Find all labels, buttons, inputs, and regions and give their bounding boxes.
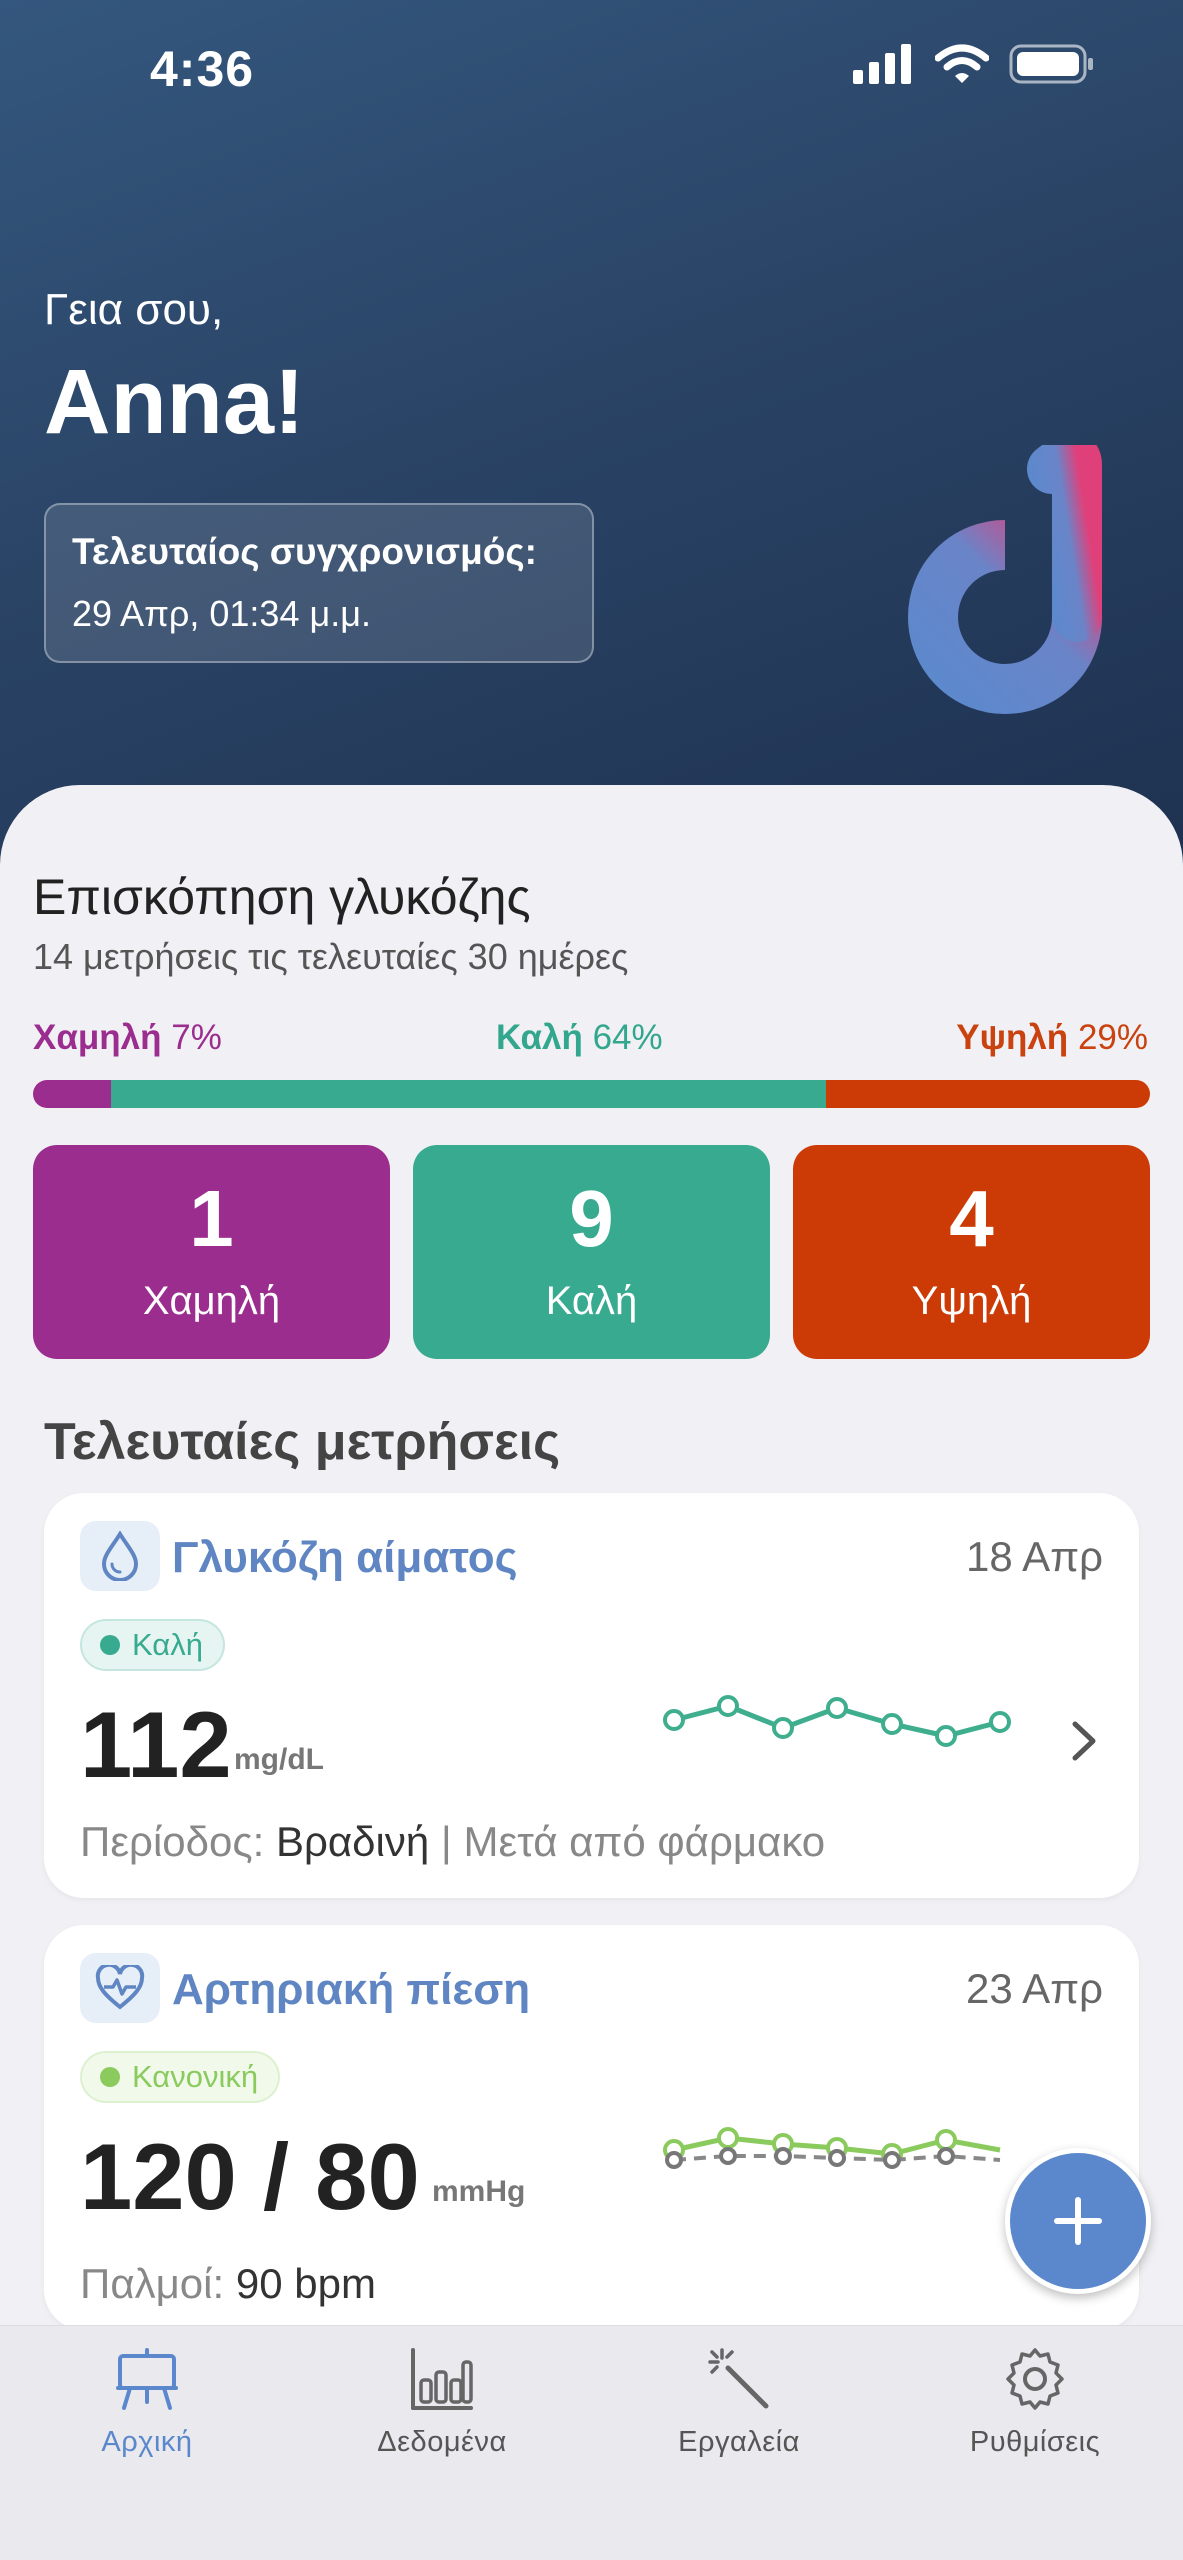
status-time: 4:36	[150, 41, 255, 97]
status-text: Κανονική	[132, 2059, 259, 2094]
wifi-icon	[935, 44, 989, 83]
tile-good[interactable]: 9 Καλή	[413, 1145, 770, 1359]
overview-title: Επισκόπηση γλυκόζης	[33, 869, 531, 925]
card-icon-wrap	[80, 1521, 160, 1591]
range-high-name: Υψηλή	[956, 1018, 1069, 1057]
greeting-text: Γεια σου,	[44, 285, 224, 334]
chevron-right-icon[interactable]	[1069, 1718, 1099, 1764]
card-date: 23 Απρ	[966, 1965, 1103, 2012]
tile-high[interactable]: 4 Υψηλή	[793, 1145, 1150, 1359]
add-reading-button[interactable]	[1005, 2148, 1151, 2294]
status-dot	[100, 2067, 120, 2087]
status-badge: Κανονική	[80, 2051, 281, 2103]
status-bar: 4:36	[0, 0, 1183, 140]
tab-bar: Αρχική Δεδομένα Εργαλεία Ρυθμίσεις	[0, 2325, 1183, 2560]
tab-tools[interactable]: Εργαλεία	[619, 2346, 859, 2459]
reading-value: 112	[80, 1692, 232, 1797]
tile-low-label: Χαμηλή	[142, 1279, 281, 1323]
glucose-card[interactable]: Γλυκόζη αίματος 18 Απρ Καλή 112 mg/dL Πε…	[44, 1493, 1139, 1898]
glucose-range-bar	[33, 1080, 1150, 1108]
tile-high-label: Υψηλή	[911, 1279, 1032, 1323]
battery-icon	[1009, 44, 1093, 84]
glucose-sparkline	[663, 1695, 1011, 1747]
heart-pulse-icon	[95, 1965, 145, 2010]
range-bar-good	[111, 1080, 827, 1108]
range-label-good: Καλή 64%	[496, 1018, 663, 1058]
recent-title: Τελευταίες μετρήσεις	[44, 1413, 561, 1471]
range-low-percent: 7%	[171, 1018, 222, 1057]
meta-value: Βραδινή	[275, 1818, 430, 1865]
status-icons	[853, 44, 1095, 84]
range-label-high: Υψηλή 29%	[956, 1018, 1148, 1058]
drop-icon	[101, 1531, 139, 1581]
reading-unit: mg/dL	[234, 1743, 324, 1776]
plus-icon	[1054, 2197, 1102, 2245]
meta-extra: | Μετά από φάρμακο	[440, 1818, 826, 1865]
range-good-name: Καλή	[496, 1018, 583, 1057]
card-icon-wrap	[80, 1953, 160, 2023]
range-label-low: Χαμηλή 7%	[33, 1018, 222, 1058]
blood-pressure-card[interactable]: Αρτηριακή πίεση 23 Απρ Κανονική 120 / 80…	[44, 1925, 1139, 2330]
status-badge: Καλή	[80, 1619, 225, 1671]
overview-subtitle: 14 μετρήσεις τις τελευταίες 30 ημέρες	[33, 936, 629, 977]
easel-icon	[116, 2348, 178, 2410]
last-sync-box: Τελευταίος συγχρονισμός: 29 Απρ, 01:34 μ…	[44, 503, 594, 663]
last-sync-title: Τελευταίος συγχρονισμός:	[72, 531, 537, 572]
tile-low[interactable]: 1 Χαμηλή	[33, 1145, 390, 1359]
card-date: 18 Απρ	[966, 1533, 1103, 1580]
range-high-percent: 29%	[1077, 1018, 1148, 1057]
blood-pressure-sparkline	[663, 2127, 1001, 2169]
tab-label: Δεδομένα	[377, 2426, 507, 2458]
card-title: Αρτηριακή πίεση	[172, 1965, 531, 2014]
tab-label: Αρχική	[101, 2426, 193, 2458]
tile-good-label: Καλή	[545, 1279, 638, 1323]
tab-settings[interactable]: Ρυθμίσεις	[915, 2346, 1155, 2459]
range-bar-high	[826, 1080, 1150, 1108]
tab-label: Ρυθμίσεις	[969, 2426, 1101, 2458]
signal-icon	[853, 44, 911, 84]
meta-label: Παλμοί:	[80, 2260, 225, 2307]
tile-good-count: 9	[569, 1174, 614, 1263]
card-title: Γλυκόζη αίματος	[172, 1533, 518, 1582]
tab-data[interactable]: Δεδομένα	[322, 2346, 562, 2459]
meta-value: 90 bpm	[235, 2260, 376, 2307]
range-low-name: Χαμηλή	[33, 1018, 162, 1057]
gear-icon	[1006, 2348, 1064, 2410]
range-bar-low	[33, 1080, 112, 1108]
tile-high-count: 4	[949, 1174, 994, 1263]
tab-label: Εργαλεία	[678, 2426, 800, 2458]
tab-home[interactable]: Αρχική	[27, 2346, 267, 2459]
bar-chart-icon	[411, 2348, 473, 2410]
meta-label: Περίοδος:	[80, 1818, 265, 1865]
range-good-percent: 64%	[592, 1018, 663, 1057]
reading-value: 120 / 80	[80, 2124, 420, 2229]
reading-unit: mmHg	[432, 2175, 526, 2208]
reading-meta: Περίοδος: Βραδινή | Μετά από φάρμακο	[80, 1818, 825, 1866]
app-logo-icon	[908, 445, 1102, 714]
status-dot	[100, 1635, 120, 1655]
last-sync-date: 29 Απρ, 01:34 μ.μ.	[72, 593, 371, 634]
tile-low-count: 1	[189, 1174, 234, 1263]
status-text: Καλή	[132, 1627, 203, 1662]
magic-wand-icon	[708, 2348, 769, 2409]
reading-meta: Παλμοί: 90 bpm	[80, 2260, 376, 2308]
user-name: Anna!	[44, 351, 305, 453]
